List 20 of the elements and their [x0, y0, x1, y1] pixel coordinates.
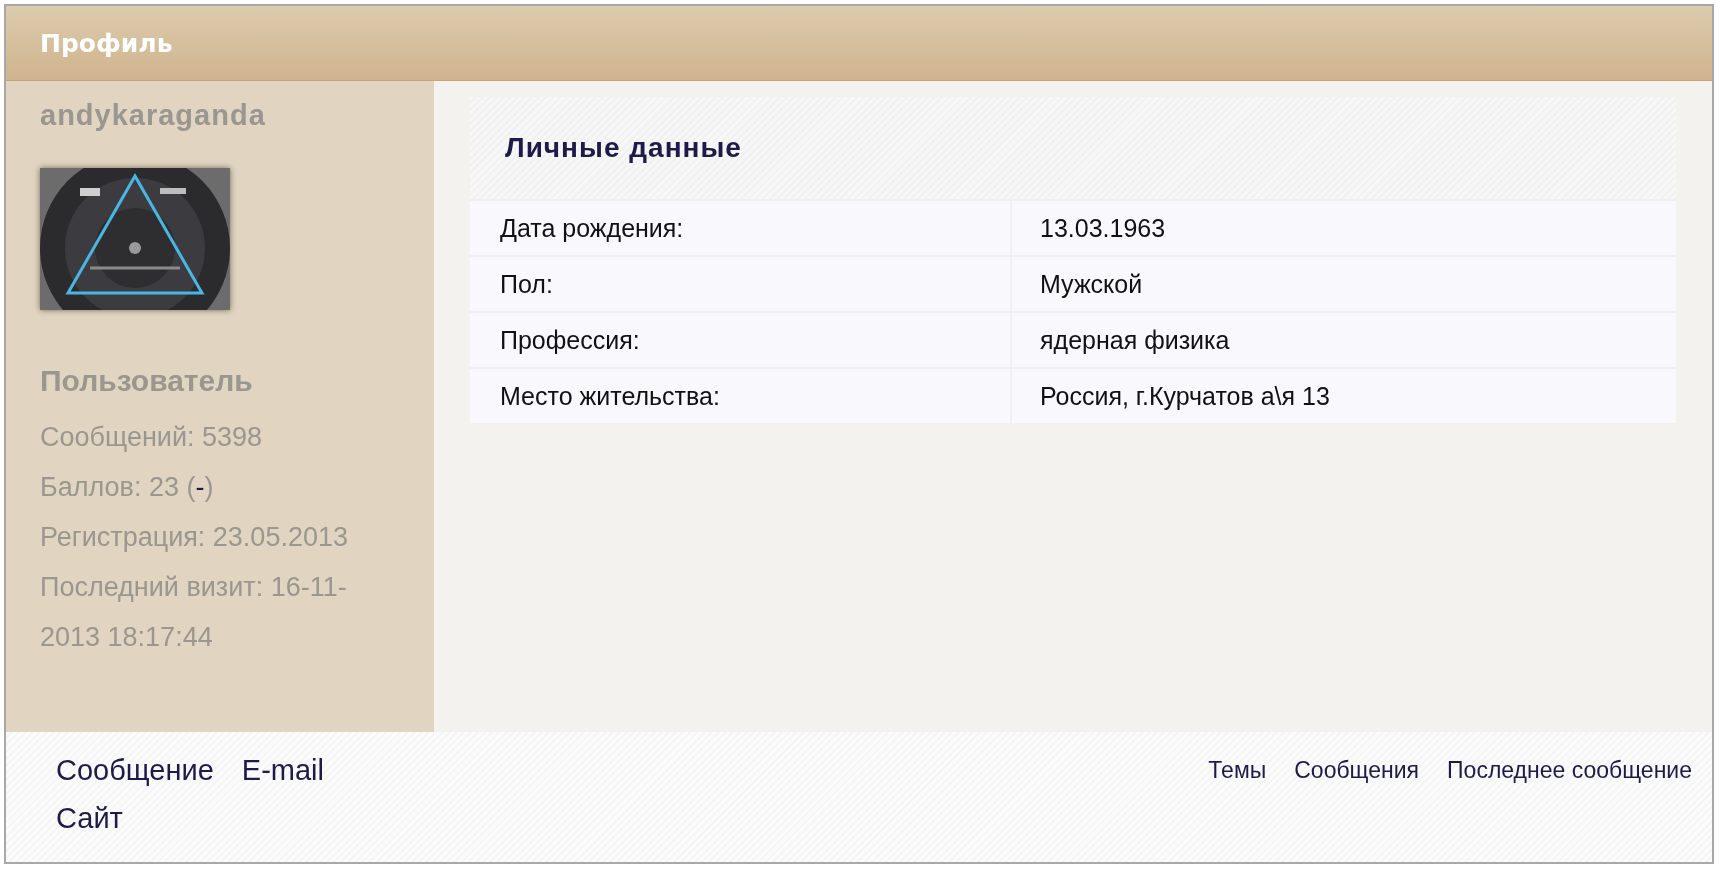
activity-link[interactable]: Сообщения — [1294, 750, 1420, 862]
field-label: Место жительства: — [499, 380, 721, 412]
stat-text: Регистрация: 23.05.2013 — [40, 521, 349, 554]
field-label: Дата рождения: — [499, 212, 685, 244]
field-label: Профессия: — [499, 324, 641, 356]
stat-text: Баллов: 23 (-) — [40, 471, 215, 504]
activity-link[interactable]: Темы — [1208, 750, 1267, 862]
contact-link[interactable]: Сайт — [56, 796, 123, 840]
field-value: Россия, г.Курчатов а\я 13 — [1010, 369, 1676, 423]
points-link[interactable]: - — [195, 472, 205, 502]
user-group: Пользователь — [40, 364, 400, 398]
activity-link[interactable]: Последнее сообщение — [1447, 750, 1692, 862]
contact-link[interactable]: E-mail — [241, 748, 324, 792]
field-label: Пол: — [499, 268, 554, 300]
card-title: Личные данные — [470, 97, 1676, 199]
username: andykaraganda — [40, 99, 267, 132]
header-title: Профиль — [40, 28, 173, 58]
contact-link[interactable]: Сообщение — [56, 748, 214, 792]
stat-text: Сообщений: 5398 — [40, 421, 264, 454]
stat-text: Последний визит: 16-11-2013 18:17:44 — [40, 571, 348, 654]
